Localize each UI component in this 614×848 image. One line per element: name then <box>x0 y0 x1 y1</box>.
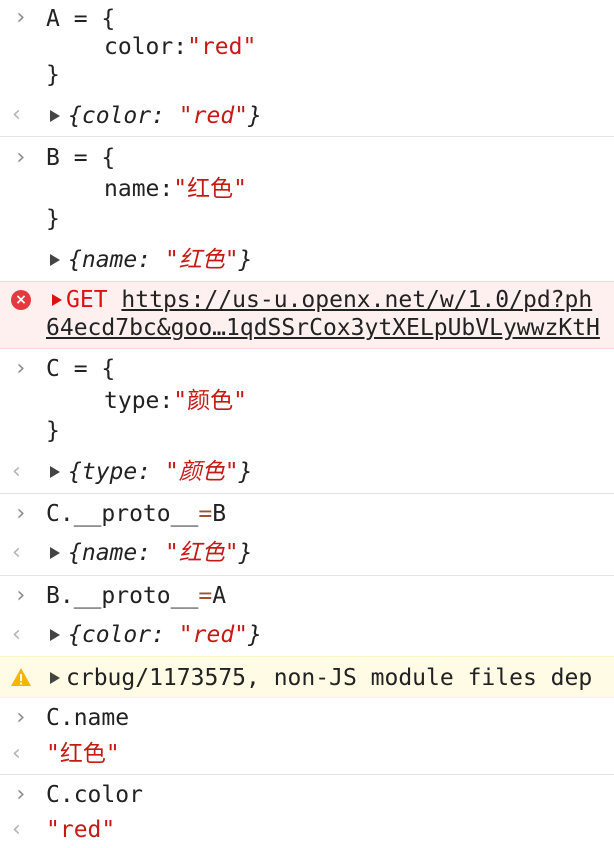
object-preview[interactable]: {type: "颜色"} <box>68 458 253 486</box>
code-line: A = { <box>46 6 116 32</box>
console-result-b-proto[interactable]: ‹ {color: "red"} <box>0 616 614 656</box>
object-preview[interactable]: {color: "red"} <box>68 102 262 130</box>
code-line: color:"red" <box>104 34 257 60</box>
return-arrow-icon: ‹ <box>10 622 24 647</box>
triangle-right-icon[interactable] <box>50 629 60 641</box>
console-result-b[interactable]: {name: "红色"} <box>0 241 614 281</box>
console-result-c-proto[interactable]: ‹ {name: "红色"} <box>0 534 614 574</box>
code-line: type:"颜色" <box>104 388 247 414</box>
triangle-right-icon[interactable] <box>50 110 60 122</box>
code-line: } <box>46 418 60 444</box>
return-arrow-icon: ‹ <box>10 817 24 842</box>
chevron-right-icon: › <box>14 583 28 608</box>
return-arrow-icon: ‹ <box>10 102 24 127</box>
console-input-a: › A = { color:"red" } <box>0 0 614 96</box>
error-url-continued[interactable]: 64ecd7bc&goo…1qdSSrCox3ytXELpUbVLywwzKtH <box>46 314 600 342</box>
object-preview[interactable]: {name: "红色"} <box>68 246 253 274</box>
chevron-right-icon: › <box>14 5 28 30</box>
object-preview[interactable]: {name: "红色"} <box>68 539 253 567</box>
console-input-b: › B = { name:"红色" } <box>0 137 614 241</box>
return-arrow-icon: ‹ <box>10 459 24 484</box>
chevron-right-icon: › <box>14 501 28 526</box>
chevron-right-icon: › <box>14 705 28 730</box>
console-result-a[interactable]: ‹ {color: "red"} <box>0 96 614 136</box>
triangle-right-icon[interactable] <box>52 294 62 306</box>
error-url-link[interactable]: https://us-u.openx.net/w/1.0/pd?ph <box>121 287 592 313</box>
console-input-c-proto: › C.__proto__=B <box>0 494 614 534</box>
warning-triangle-icon <box>11 668 31 686</box>
string-result: "红色" <box>46 741 120 767</box>
console-input-c-name: › C.name <box>0 698 614 738</box>
console-input-c-color: › C.color <box>0 775 614 815</box>
chevron-right-icon: › <box>14 356 28 381</box>
console-warning: crbug/1173575, non-JS module files dep <box>0 656 614 698</box>
error-circle-icon: × <box>11 290 31 310</box>
return-arrow-icon: ‹ <box>10 540 24 565</box>
triangle-right-icon[interactable] <box>50 672 60 684</box>
console-result-c-name: ‹ "红色" <box>0 738 614 774</box>
warning-message: crbug/1173575, non-JS module files dep <box>66 665 593 691</box>
chevron-right-icon: › <box>14 782 28 807</box>
code-line: C.name <box>46 705 130 731</box>
console-result-c[interactable]: ‹ {type: "颜色"} <box>0 453 614 493</box>
code-line: } <box>46 206 60 232</box>
triangle-right-icon[interactable] <box>50 466 60 478</box>
console-result-c-color: ‹ "red" <box>0 815 614 848</box>
code-line: C.color <box>46 782 143 808</box>
console-input-b-proto: › B.__proto__=A <box>0 576 614 616</box>
code-line: C = { <box>46 356 116 382</box>
code-line: name:"红色" <box>104 176 247 202</box>
triangle-right-icon[interactable] <box>50 254 60 266</box>
return-arrow-icon: ‹ <box>10 741 24 766</box>
object-preview[interactable]: {color: "red"} <box>68 621 262 649</box>
code-line: B = { <box>46 145 116 171</box>
code-line: } <box>46 62 60 88</box>
chevron-right-icon: › <box>14 145 28 170</box>
console-input-c: › C = { type:"颜色" } <box>0 349 614 453</box>
code-line: C.__proto__=B <box>46 501 227 527</box>
error-message: GET https://us-u.openx.net/w/1.0/pd?ph <box>66 287 593 313</box>
console-error: × GET https://us-u.openx.net/w/1.0/pd?ph… <box>0 281 614 349</box>
code-line: B.__proto__=A <box>46 583 227 609</box>
triangle-right-icon[interactable] <box>50 547 60 559</box>
string-result: "red" <box>46 817 116 843</box>
